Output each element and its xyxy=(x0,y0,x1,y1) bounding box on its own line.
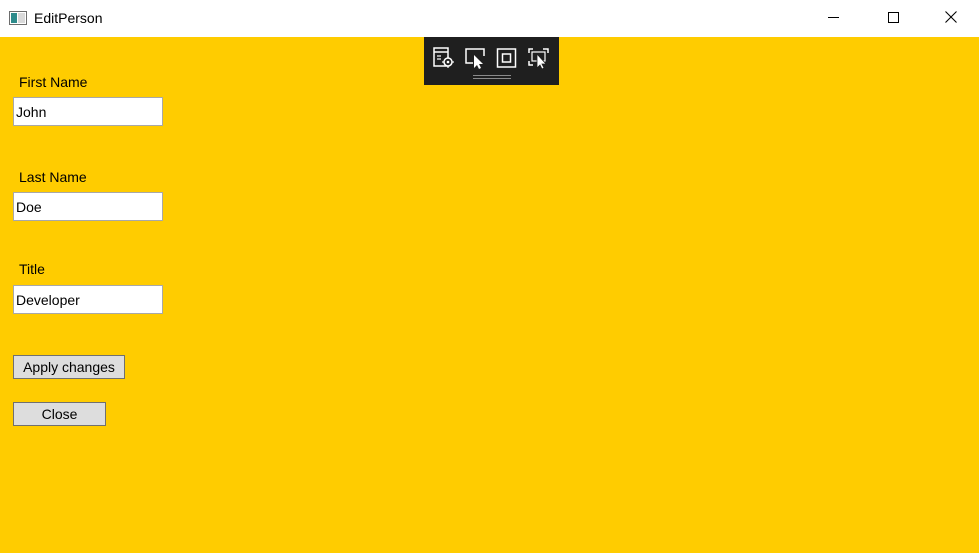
xaml-debug-toolbar xyxy=(424,37,559,85)
title-field[interactable] xyxy=(13,285,163,314)
title-bar[interactable]: EditPerson xyxy=(0,0,979,37)
minimize-icon xyxy=(827,10,839,28)
window-title: EditPerson xyxy=(34,10,103,26)
edit-person-window: EditPerson First Name John Last Name Doe… xyxy=(0,0,979,553)
close-window-button[interactable] xyxy=(922,0,979,37)
maximize-icon xyxy=(887,10,899,28)
minimize-button[interactable] xyxy=(804,0,862,37)
toolbar-drag-handle[interactable] xyxy=(473,75,511,79)
first-name-label: First Name xyxy=(19,74,88,90)
apply-changes-button[interactable]: Apply changes xyxy=(13,355,125,379)
live-visual-tree-icon[interactable] xyxy=(432,46,456,70)
track-focused-element-icon[interactable] xyxy=(527,46,551,70)
first-name-field[interactable] xyxy=(13,97,163,126)
maximize-button[interactable] xyxy=(864,0,922,37)
last-name-field[interactable] xyxy=(13,192,163,221)
last-name-label: Last Name xyxy=(19,169,87,185)
display-layout-adorners-icon[interactable] xyxy=(495,46,519,70)
window-app-icon xyxy=(9,11,27,25)
close-icon xyxy=(945,10,957,28)
close-button[interactable]: Close xyxy=(13,402,106,426)
select-element-icon[interactable] xyxy=(464,46,488,70)
title-label: Title xyxy=(19,261,45,277)
